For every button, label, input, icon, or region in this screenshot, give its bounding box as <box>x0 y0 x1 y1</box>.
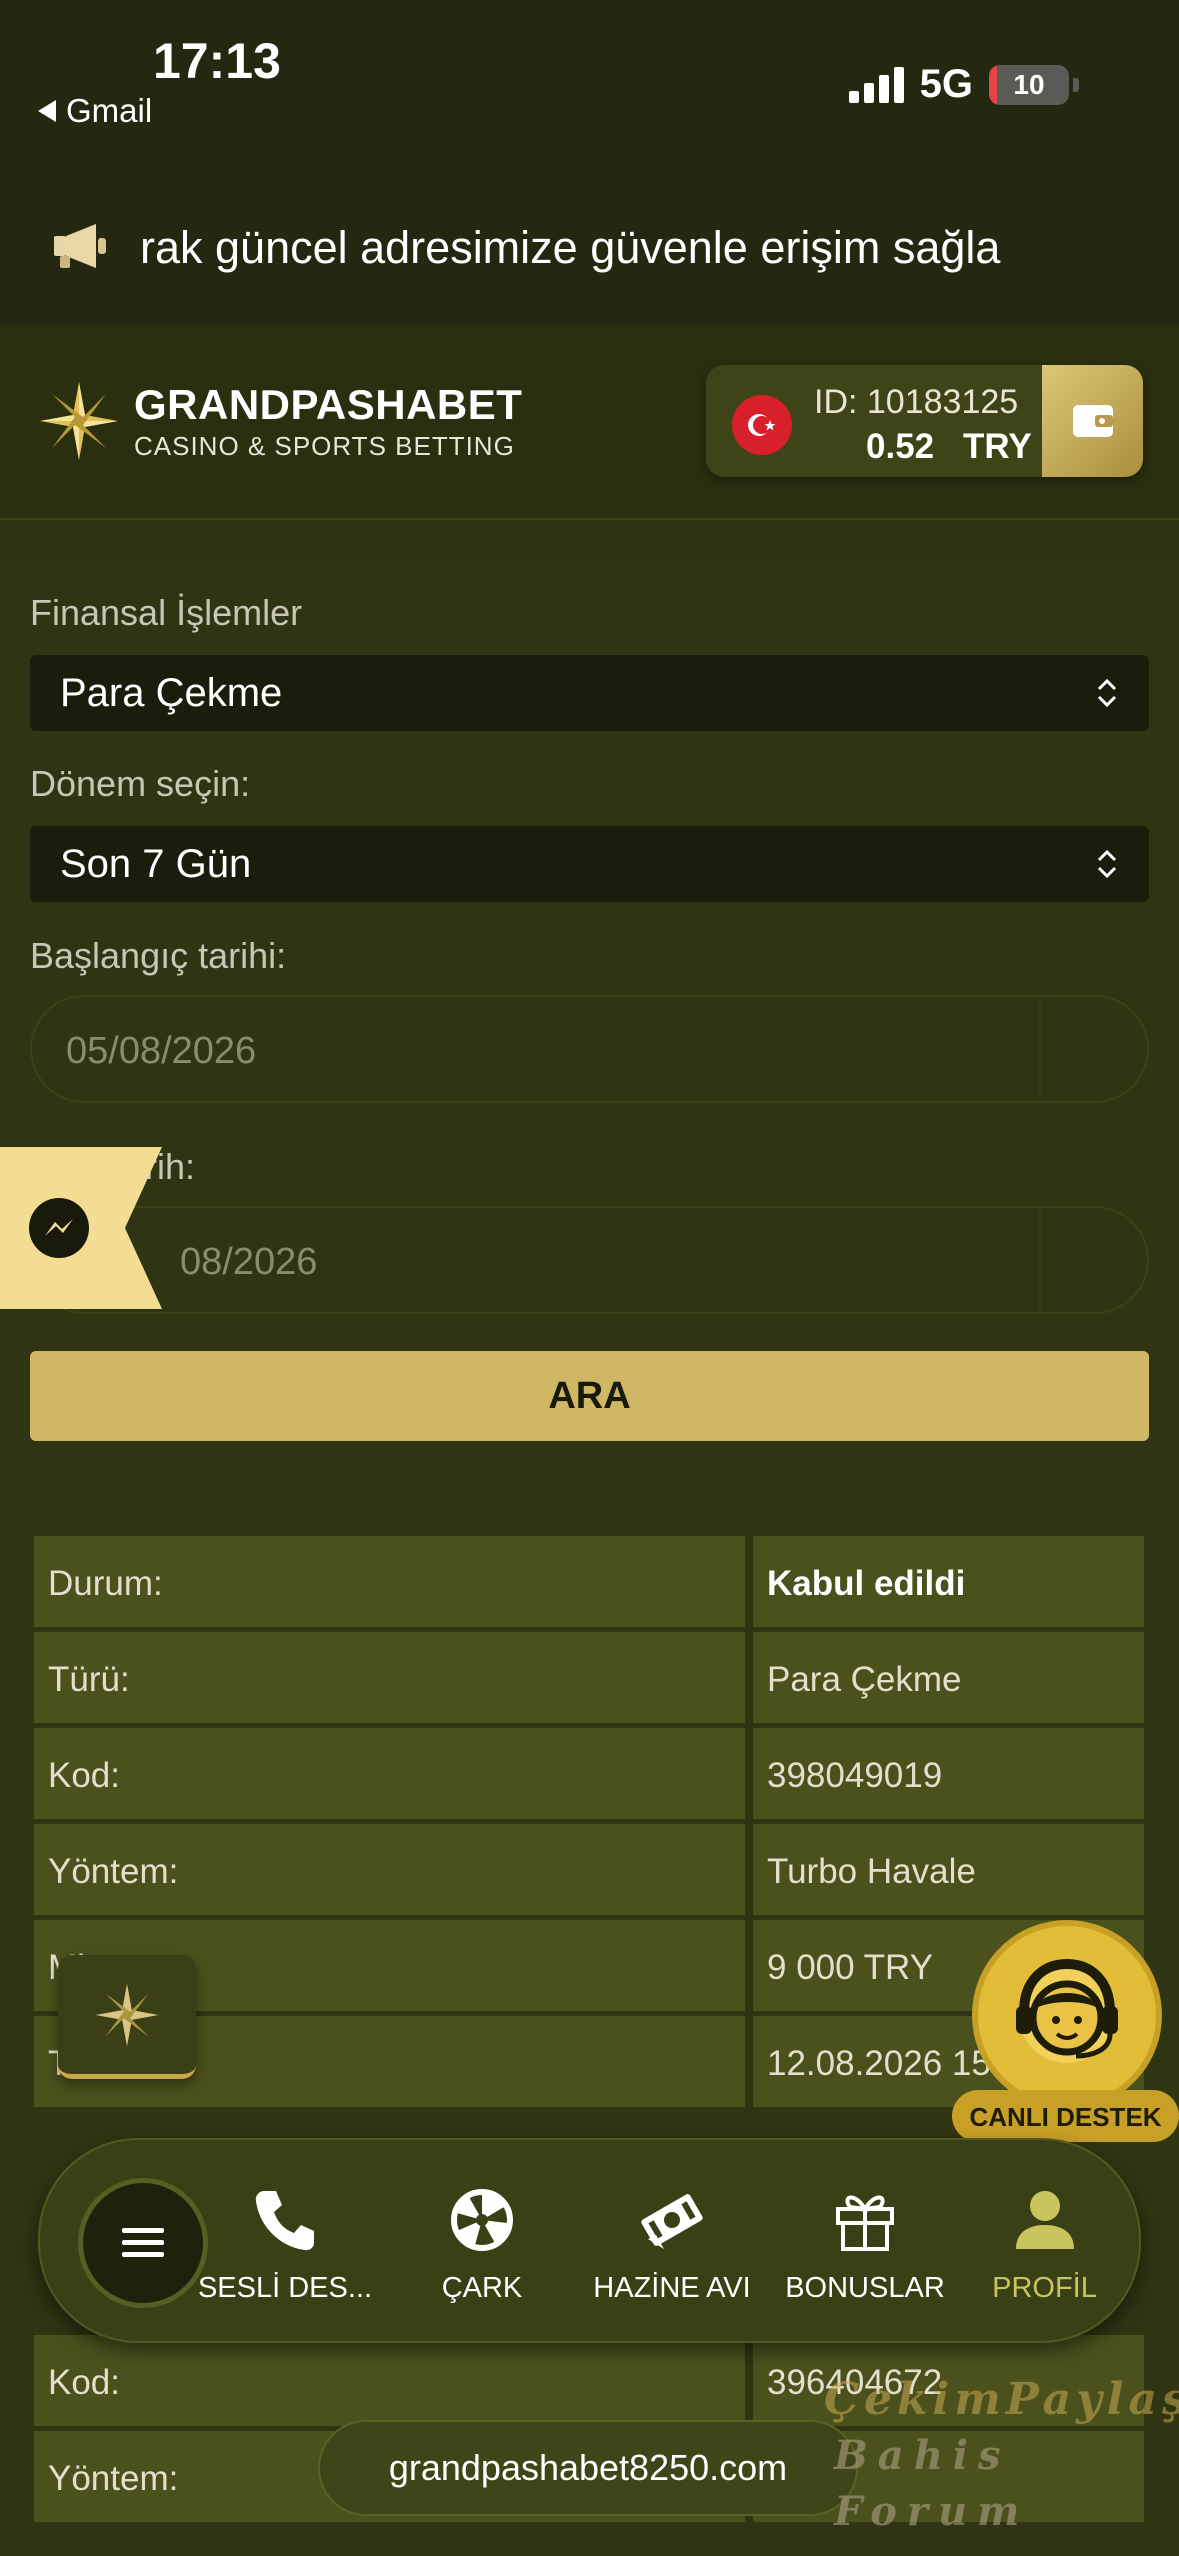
back-to-gmail[interactable]: Gmail <box>38 92 152 130</box>
status-indicators: 5G 10 <box>848 62 1079 107</box>
nav-label: ÇARK <box>441 2272 523 2304</box>
period-value: Son 7 Gün <box>60 842 252 886</box>
nav-bonuses[interactable]: BONUSLAR <box>775 2180 955 2305</box>
phone-icon <box>255 2191 314 2251</box>
row-key: Yöntem: <box>34 1824 745 1915</box>
wheel-icon <box>451 2189 513 2251</box>
row-key: Kod: <box>34 2335 745 2426</box>
headset-agent-icon <box>972 1920 1162 2110</box>
table-row: Türü: Para Çekme <box>34 1632 1144 1723</box>
brand-subtitle: CASINO & SPORTS BETTING <box>134 430 515 461</box>
table-row: Kod: 398049019 <box>34 1728 1144 1819</box>
select-chevron-icon <box>1097 678 1117 708</box>
start-date-input[interactable]: 05/08/2026 <box>30 995 1149 1103</box>
wallet-button[interactable] <box>1042 365 1143 477</box>
end-date-value: 08/2026 <box>180 1241 318 1283</box>
period-label: Dönem seçin: <box>30 763 251 804</box>
select-chevron-icon <box>1097 849 1117 879</box>
row-value: 398049019 <box>753 1728 1144 1819</box>
battery-icon: 10 <box>989 64 1069 105</box>
signal-icon <box>848 66 904 103</box>
watermark-line1: ÇekimPaylaş <box>824 2374 1179 2425</box>
user-icon <box>1015 2191 1074 2249</box>
financial-ops-select[interactable]: Para Çekme <box>30 655 1149 731</box>
watermark-overlay: ÇekimPaylaş Bahis Forum <box>800 2372 1179 2540</box>
battery-level: 10 <box>1013 68 1045 100</box>
row-value: Para Çekme <box>753 1632 1144 1723</box>
status-time: 17:13 <box>153 33 281 89</box>
star-menu-button[interactable] <box>58 1955 196 2079</box>
site-header: GRANDPASHABET CASINO & SPORTS BETTING ID… <box>0 325 1179 520</box>
bottom-navigation: SESLİ DES... ÇARK HAZİNE AVI BONUSLAR PR… <box>38 2138 1141 2343</box>
watermark-line2: Bahis Forum <box>834 2432 1030 2535</box>
site-url-pill[interactable]: grandpashabet8250.com <box>318 2420 858 2516</box>
turkey-flag-icon <box>732 395 792 455</box>
row-value: Kabul edildi <box>753 1536 1144 1627</box>
period-select[interactable]: Son 7 Gün <box>30 826 1149 902</box>
nav-label: HAZİNE AVI <box>593 2272 751 2304</box>
nav-wheel[interactable]: ÇARK <box>392 2180 572 2305</box>
announcement-text: rak güncel adresimize güvenle erişim sağ… <box>140 222 1001 273</box>
table-row: Durum: Kabul edildi <box>34 1536 1144 1627</box>
live-support-label: CANLI DESTEK <box>952 2090 1179 2142</box>
network-type: 5G <box>919 62 973 106</box>
nav-label: SESLİ DES... <box>197 2272 373 2304</box>
row-key: Kod: <box>34 1728 745 1819</box>
financial-ops-label: Finansal İşlemler <box>30 592 303 633</box>
brand-title: GRANDPASHABET <box>134 380 523 428</box>
nav-treasure-hunt[interactable]: HAZİNE AVI <box>582 2180 762 2305</box>
star-logo-icon <box>40 382 118 460</box>
search-button[interactable]: ARA <box>30 1351 1149 1441</box>
hamburger-menu-icon <box>122 2228 164 2257</box>
financial-ops-value: Para Çekme <box>60 671 283 715</box>
brand-logo[interactable]: GRANDPASHABET CASINO & SPORTS BETTING <box>38 380 522 462</box>
back-arrow-icon <box>38 100 56 122</box>
back-app-label: Gmail <box>66 92 153 129</box>
announcement-bar: rak güncel adresimize güvenle erişim sağ… <box>0 150 1179 325</box>
nav-label: BONUSLAR <box>785 2272 945 2304</box>
money-icon <box>641 2194 703 2249</box>
start-date-label: Başlangıç tarihi: <box>30 935 287 976</box>
table-row: Yöntem: Turbo Havale <box>34 1824 1144 1915</box>
megaphone-icon <box>54 224 106 268</box>
start-date-value: 05/08/2026 <box>66 1030 257 1072</box>
hamburger-menu-button[interactable] <box>78 2178 208 2308</box>
end-date-input[interactable]: 08/2026 <box>30 1206 1149 1314</box>
balance-currency: TRY <box>963 427 1032 466</box>
row-value: Turbo Havale <box>753 1824 1144 1915</box>
status-bar: 17:13 Gmail 5G 10 <box>0 0 1179 150</box>
row-key: Türü: <box>34 1632 745 1723</box>
account-id: ID: 10183125 <box>814 383 1019 421</box>
nav-label: PROFİL <box>992 2272 1097 2304</box>
wallet-icon <box>1072 405 1113 437</box>
row-key: Durum: <box>34 1536 745 1627</box>
nav-voice-support[interactable]: SESLİ DES... <box>195 2180 375 2305</box>
gift-icon <box>836 2195 894 2251</box>
nav-profile[interactable]: PROFİL <box>962 2180 1127 2305</box>
live-support-button[interactable]: CANLI DESTEK <box>952 1920 1179 2142</box>
star-logo-icon <box>95 1983 159 2046</box>
balance-amount: 0.52 <box>866 427 935 466</box>
messenger-chat-button[interactable] <box>0 1147 162 1309</box>
account-balance-panel[interactable]: ID: 10183125 0.52 TRY <box>706 365 1143 477</box>
header-separator <box>0 520 1179 560</box>
